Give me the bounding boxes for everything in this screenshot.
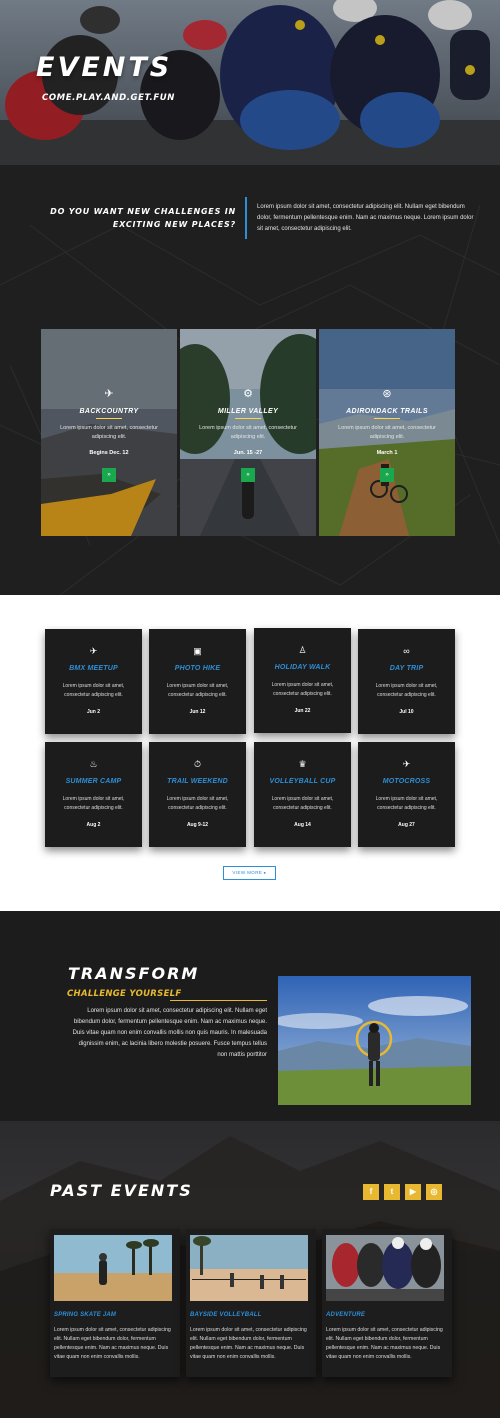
event-title: DAY TRIP [389, 665, 424, 672]
featured-text: Lorem ipsum dolor sit amet, consectetur … [199, 425, 297, 440]
upcoming-events-grid: ✈ BMX MEETUP Lorem ipsum dolor sit amet,… [0, 595, 500, 911]
transform-section: TRANSFORM CHALLENGE YOURSELF Lorem ipsum… [0, 911, 500, 1121]
featured-more-button[interactable]: » [380, 468, 394, 482]
transform-text: Lorem ipsum dolor sit amet, consectetur … [72, 1008, 267, 1058]
event-card-trail-weekend[interactable]: ⏱ TRAIL WEEKEND Lorem ipsum dolor sit am… [149, 742, 246, 847]
event-title: TRAIL WEEKEND [167, 778, 228, 785]
event-card-holiday-walk[interactable]: ♙ HOLIDAY WALK Lorem ipsum dolor sit ame… [254, 628, 351, 733]
featured-card-backcountry[interactable]: ✈ BACKCOUNTRY Lorem ipsum dolor sit amet… [41, 329, 177, 536]
past-events-section: PAST EVENTS f t ▶ ◎ SPRING SKATE JAM Lor… [0, 1121, 500, 1418]
featured-text: Lorem ipsum dolor sit amet, consectetur … [60, 425, 158, 440]
event-text: Lorem ipsum dolor sit amet, consectetur … [166, 796, 229, 811]
past-event-card-skate-jam[interactable]: SPRING SKATE JAM Lorem ipsum dolor sit a… [50, 1229, 180, 1377]
event-text: Lorem ipsum dolor sit amet, consectetur … [166, 683, 229, 698]
event-text: Lorem ipsum dolor sit amet, consectetur … [62, 796, 125, 811]
past-event-title: SPRING SKATE JAM [54, 1312, 117, 1318]
hero-subtitle: COME.PLAY.AND.GET.FUN [42, 93, 175, 103]
event-date: Jul 10 [399, 709, 414, 715]
event-text: Lorem ipsum dolor sit amet, consectetur … [375, 683, 438, 698]
event-card-photo-hike[interactable]: ▣ PHOTO HIKE Lorem ipsum dolor sit amet,… [149, 629, 246, 734]
transform-mountain-photo [278, 976, 471, 1105]
transform-subtitle: CHALLENGE YOURSELF [67, 989, 182, 999]
event-title: MOTOCROSS [382, 778, 431, 785]
hero-title: EVENTS [36, 52, 173, 83]
twitter-icon[interactable]: t [384, 1184, 400, 1200]
featured-more-button[interactable]: » [241, 468, 255, 482]
featured-card-adirondack-trails[interactable]: ⊛ ADIRONDACK TRAILS Lorem ipsum dolor si… [319, 329, 455, 536]
hero-banner: EVENTS COME.PLAY.AND.GET.FUN [0, 0, 500, 165]
transform-title: TRANSFORM [68, 964, 200, 983]
event-date: Jun 2 [86, 709, 101, 715]
featured-title: MILLER VALLEY [217, 408, 279, 415]
event-card-volleyball-cup[interactable]: ♛ VOLLEYBALL CUP Lorem ipsum dolor sit a… [254, 742, 351, 847]
skate-jam-photo [54, 1235, 172, 1301]
adventure-cyclists-photo [326, 1235, 444, 1301]
subtitle-underline [170, 1000, 267, 1001]
walker-icon: ♙ [298, 645, 307, 655]
intro-question-line-1: DO YOU WANT NEW CHALLENGES IN [50, 207, 236, 216]
flame-icon: ♨ [89, 759, 98, 769]
intro-question: DO YOU WANT NEW CHALLENGES IN EXCITING N… [40, 205, 236, 231]
wings-icon: ✈ [89, 646, 98, 656]
featured-title: BACKCOUNTRY [79, 408, 139, 415]
title-underline [235, 418, 261, 419]
event-text: Lorem ipsum dolor sit amet, consectetur … [271, 796, 334, 811]
wings-icon: ✈ [402, 759, 411, 769]
facebook-icon[interactable]: f [363, 1184, 379, 1200]
intro-text: Lorem ipsum dolor sit amet, consectetur … [257, 204, 474, 232]
compass-icon: ⊛ [382, 388, 392, 400]
title-underline [96, 418, 122, 419]
title-underline [374, 418, 400, 419]
past-event-title: ADVENTURE [326, 1312, 366, 1318]
event-card-day-trip[interactable]: ∞ DAY TRIP Lorem ipsum dolor sit amet, c… [358, 629, 455, 734]
event-title: VOLLEYBALL CUP [269, 778, 336, 785]
event-title: BMX MEETUP [69, 665, 118, 672]
past-event-card-adventure[interactable]: ADVENTURE Lorem ipsum dolor sit amet, co… [322, 1229, 452, 1377]
view-more-button[interactable]: VIEW MORE ▸ [223, 866, 276, 880]
past-event-text: Lorem ipsum dolor sit amet, consectetur … [326, 1327, 443, 1360]
gear-icon: ⚙ [243, 388, 253, 400]
past-events-title: PAST EVENTS [50, 1181, 193, 1200]
featured-events-section: DO YOU WANT NEW CHALLENGES IN EXCITING N… [0, 165, 500, 595]
event-title: SUMMER CAMP [65, 778, 122, 785]
event-text: Lorem ipsum dolor sit amet, consectetur … [62, 683, 125, 698]
featured-more-button[interactable]: » [102, 468, 116, 482]
featured-date: Begins Dec. 12 [89, 450, 129, 456]
event-card-motocross[interactable]: ✈ MOTOCROSS Lorem ipsum dolor sit amet, … [358, 742, 455, 847]
event-date: Aug 2 [86, 822, 101, 828]
event-date: Aug 14 [294, 822, 311, 828]
event-text: Lorem ipsum dolor sit amet, consectetur … [375, 796, 438, 811]
trophy-icon: ♛ [298, 759, 307, 769]
event-title: PHOTO HIKE [174, 665, 221, 672]
event-date: Aug 27 [398, 822, 415, 828]
past-event-card-bayside-volleyball[interactable]: BAYSIDE VOLLEYBALL Lorem ipsum dolor sit… [186, 1229, 316, 1377]
featured-date: March 1 [376, 450, 398, 456]
event-date: Jun 12 [189, 709, 206, 715]
past-event-text: Lorem ipsum dolor sit amet, consectetur … [54, 1327, 171, 1360]
event-card-bmx-meetup[interactable]: ✈ BMX MEETUP Lorem ipsum dolor sit amet,… [45, 629, 142, 734]
featured-text: Lorem ipsum dolor sit amet, consectetur … [338, 425, 436, 440]
camera-icon: ▣ [193, 646, 202, 656]
event-date: Aug 9-12 [186, 822, 209, 828]
youtube-icon[interactable]: ▶ [405, 1184, 421, 1200]
featured-card-miller-valley[interactable]: ⚙ MILLER VALLEY Lorem ipsum dolor sit am… [180, 329, 316, 536]
event-card-summer-camp[interactable]: ♨ SUMMER CAMP Lorem ipsum dolor sit amet… [45, 742, 142, 847]
wings-icon: ✈ [104, 388, 114, 400]
volleyball-photo [190, 1235, 308, 1301]
event-title: HOLIDAY WALK [274, 664, 331, 671]
event-date: Jun 22 [294, 708, 311, 714]
intro-divider [245, 197, 247, 239]
event-text: Lorem ipsum dolor sit amet, consectetur … [271, 682, 334, 697]
instagram-icon[interactable]: ◎ [426, 1184, 442, 1200]
past-event-text: Lorem ipsum dolor sit amet, consectetur … [190, 1327, 307, 1360]
past-event-title: BAYSIDE VOLLEYBALL [190, 1312, 262, 1318]
featured-date: Jun. 15 -27 [233, 450, 263, 456]
intro-question-line-2: EXCITING NEW PLACES? [112, 220, 236, 229]
featured-title: ADIRONDACK TRAILS [346, 408, 428, 415]
stopwatch-icon: ⏱ [193, 759, 202, 769]
bicycle-icon: ∞ [403, 646, 410, 656]
